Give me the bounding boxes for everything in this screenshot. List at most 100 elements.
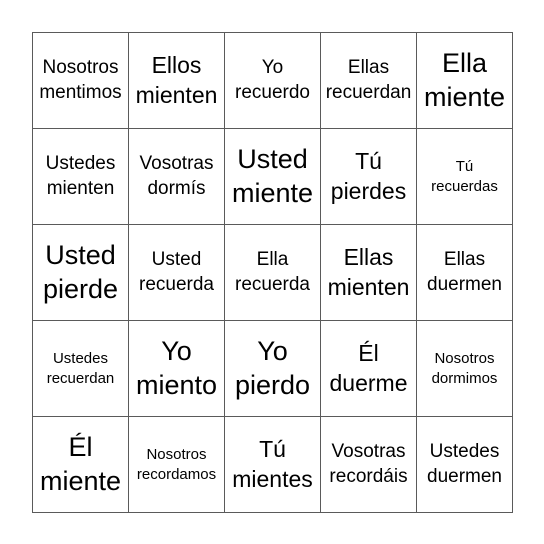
bingo-cell[interactable]: Usted pierde: [33, 225, 129, 321]
cell-line-1: Ella: [256, 248, 289, 270]
cell-line-2: miente: [231, 177, 314, 208]
bingo-cell[interactable]: Nosotros dormimos: [417, 321, 513, 417]
bingo-cell[interactable]: Ustedes mienten: [33, 129, 129, 225]
bingo-cell[interactable]: Ellas recuerdan: [321, 33, 417, 129]
bingo-cell[interactable]: Ustedes recuerdan: [33, 321, 129, 417]
cell-line-1: Yo: [257, 335, 288, 366]
cell-line-1: Tú: [355, 147, 382, 174]
cell-line-1: Él: [68, 431, 93, 462]
cell-line-1: Nosotros: [42, 56, 119, 78]
bingo-cell[interactable]: Él miente: [33, 417, 129, 513]
cell-line-2: mienten: [135, 81, 218, 108]
cell-line-1: Ellas: [443, 248, 486, 270]
cell-line-2: mienten: [327, 273, 410, 300]
bingo-cell[interactable]: Ellas duermen: [417, 225, 513, 321]
cell-text: Tú pierdes: [331, 147, 406, 207]
cell-line-2: dormís: [147, 177, 206, 199]
cell-line-1: Él: [358, 339, 379, 366]
bingo-cell[interactable]: Vosotras recordáis: [321, 417, 417, 513]
cell-text: Vosotras dormís: [140, 152, 214, 201]
cell-line-2: recuerda: [139, 273, 214, 295]
cell-line-1: Ella: [441, 47, 487, 78]
cell-line-2: pierde: [42, 273, 119, 304]
cell-line-2: recuerdan: [325, 81, 412, 103]
cell-line-1: Ellas: [343, 243, 394, 270]
cell-text: Tú mientes: [232, 435, 313, 495]
cell-text: Nosotros mentimos: [39, 56, 121, 105]
cell-text: Usted miente: [232, 143, 313, 211]
bingo-cell[interactable]: Ellas mienten: [321, 225, 417, 321]
cell-text: Nosotros recordamos: [137, 445, 216, 484]
cell-text: Tú recuerdas: [431, 157, 498, 196]
cell-line-1: Vosotras: [331, 440, 406, 462]
cell-line-2: miento: [135, 369, 218, 400]
cell-text: Ellas recuerdan: [326, 56, 412, 105]
cell-text: Ustedes recuerdan: [47, 349, 115, 388]
cell-text: Ustedes duermen: [427, 440, 502, 489]
cell-text: Yo pierdo: [235, 335, 310, 403]
cell-line-1: Yo: [161, 335, 192, 366]
cell-text: Usted recuerda: [139, 248, 214, 297]
cell-line-2: recuerdas: [431, 177, 498, 195]
cell-text: Vosotras recordáis: [329, 440, 407, 489]
bingo-cell[interactable]: Yo recuerdo: [225, 33, 321, 129]
bingo-cell[interactable]: Yo miento: [129, 321, 225, 417]
bingo-cell[interactable]: Ustedes duermen: [417, 417, 513, 513]
bingo-card: Nosotros mentimos Ellos mienten Yo recuerdo…: [32, 32, 513, 513]
cell-line-2: recordáis: [329, 465, 408, 487]
cell-line-2: dormimos: [431, 369, 498, 387]
cell-line-1: Usted: [151, 248, 202, 270]
cell-line-2: duermen: [427, 465, 502, 487]
cell-text: Ellos mienten: [136, 51, 218, 111]
cell-line-2: mientes: [232, 465, 313, 492]
cell-line-1: Nosotros: [146, 446, 207, 463]
cell-text: Yo miento: [136, 335, 217, 403]
bingo-cell[interactable]: Yo pierdo: [225, 321, 321, 417]
cell-line-2: mentimos: [39, 81, 122, 103]
cell-line-1: Vosotras: [139, 152, 214, 174]
cell-text: Ellas mienten: [328, 243, 410, 303]
cell-line-1: Tú: [455, 158, 474, 175]
bingo-cell[interactable]: Tú recuerdas: [417, 129, 513, 225]
cell-line-2: recuerdo: [235, 81, 310, 103]
cell-line-2: recuerdan: [46, 369, 115, 387]
bingo-cell[interactable]: Usted recuerda: [129, 225, 225, 321]
cell-line-2: mienten: [46, 177, 115, 199]
bingo-cell[interactable]: Vosotras dormís: [129, 129, 225, 225]
bingo-cell[interactable]: Nosotros recordamos: [129, 417, 225, 513]
cell-line-2: duermen: [427, 273, 502, 295]
bingo-cell[interactable]: Tú pierdes: [321, 129, 417, 225]
cell-line-1: Ellos: [151, 51, 202, 78]
cell-line-1: Usted: [237, 143, 308, 174]
cell-text: Nosotros dormimos: [432, 349, 498, 388]
bingo-cell[interactable]: Ella recuerda: [225, 225, 321, 321]
cell-line-2: recuerda: [235, 273, 310, 295]
bingo-cell[interactable]: Ellos mienten: [129, 33, 225, 129]
bingo-cell[interactable]: Él duerme: [321, 321, 417, 417]
cell-line-2: duerme: [329, 369, 408, 396]
cell-text: Él duerme: [330, 339, 408, 399]
cell-line-1: Ustedes: [52, 350, 108, 367]
cell-text: Él miente: [40, 431, 121, 499]
cell-line-2: miente: [423, 81, 506, 112]
cell-text: Usted pierde: [43, 239, 118, 307]
cell-line-1: Yo: [261, 56, 284, 78]
cell-text: Ella recuerda: [235, 248, 310, 297]
bingo-cell[interactable]: Ella miente: [417, 33, 513, 129]
bingo-cell[interactable]: Nosotros mentimos: [33, 33, 129, 129]
bingo-cell[interactable]: Usted miente: [225, 129, 321, 225]
cell-line-1: Usted: [45, 239, 116, 270]
cell-line-1: Ellas: [347, 56, 390, 78]
bingo-cell[interactable]: Tú mientes: [225, 417, 321, 513]
cell-text: Yo recuerdo: [235, 56, 310, 105]
cell-line-2: pierdo: [234, 369, 311, 400]
cell-line-2: miente: [39, 465, 122, 496]
cell-text: Ustedes mienten: [46, 152, 116, 201]
cell-text: Ellas duermen: [427, 248, 502, 297]
cell-line-1: Tú: [259, 435, 286, 462]
cell-line-2: pierdes: [330, 177, 407, 204]
cell-line-2: recordamos: [136, 465, 217, 483]
cell-text: Ella miente: [424, 47, 505, 115]
cell-line-1: Ustedes: [429, 440, 500, 462]
cell-line-1: Nosotros: [434, 350, 495, 367]
